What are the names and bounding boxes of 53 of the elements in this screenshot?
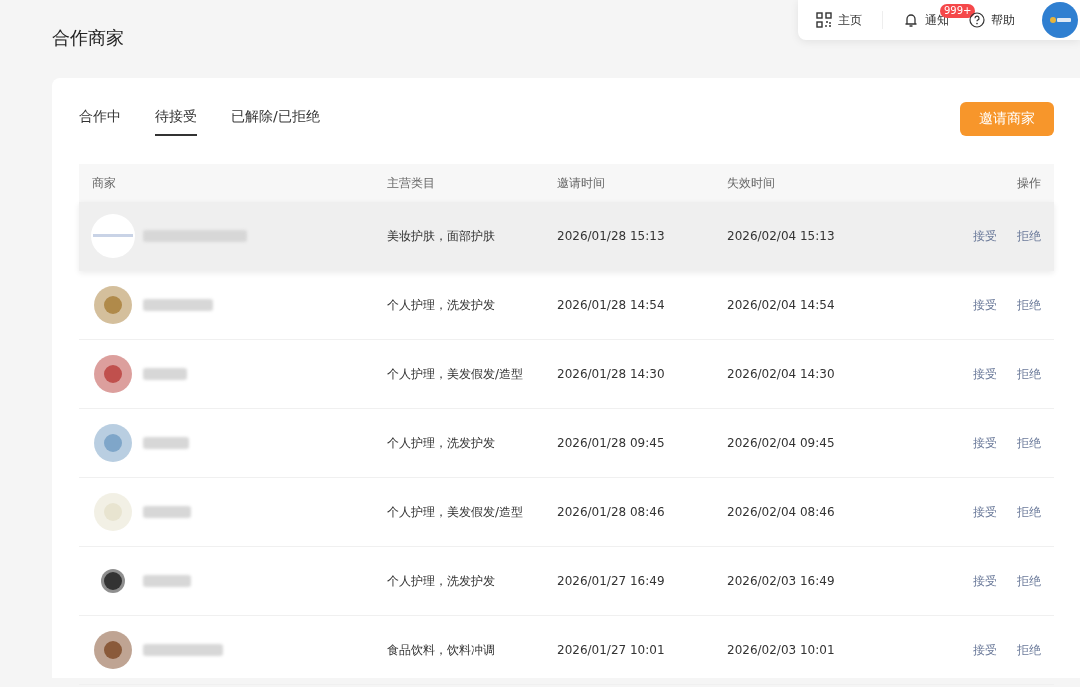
table-cell-text: 美妆护肤，面部护肤 — [386, 227, 496, 245]
table-cell-text: 2026/02/04 15:13 — [726, 229, 836, 243]
column-header: 邀请时间 — [556, 174, 606, 192]
action-link[interactable]: 接受 — [973, 227, 997, 245]
action-link[interactable]: 拒绝 — [1017, 296, 1041, 314]
table-cell-text: 食品饮料，饮料冲调 — [386, 641, 496, 659]
bell-icon — [903, 12, 919, 28]
action-link[interactable]: 接受 — [973, 503, 997, 521]
tab[interactable]: 合作中 — [79, 104, 121, 136]
table-cell-text: 2026/02/04 08:46 — [726, 505, 836, 519]
table-cell-text: 2026/01/28 14:54 — [556, 298, 666, 312]
action-link[interactable]: 拒绝 — [1017, 572, 1041, 590]
table-cell-text: 个人护理，洗发护发 — [386, 296, 496, 314]
table-cell-text: 个人护理，洗发护发 — [386, 434, 496, 452]
table-cell-text: 个人护理，美发假发/造型 — [386, 365, 525, 383]
tab[interactable]: 已解除/已拒绝 — [231, 104, 320, 136]
action-link[interactable]: 拒绝 — [1017, 227, 1041, 245]
action-link[interactable]: 接受 — [973, 572, 997, 590]
blurred-name — [143, 368, 187, 380]
action-link[interactable]: 拒绝 — [1017, 365, 1041, 383]
table-cell-text: 2026/01/27 10:01 — [556, 643, 666, 657]
blurred-name — [143, 575, 191, 587]
blurred-name — [143, 506, 191, 518]
table-cell-text: 2026/01/28 09:45 — [556, 436, 666, 450]
table-cell-text: 个人护理，洗发护发 — [386, 572, 496, 590]
column-header: 主营类目 — [386, 174, 436, 192]
action-link[interactable]: 接受 — [973, 641, 997, 659]
action-link[interactable]: 拒绝 — [1017, 434, 1041, 452]
column-header: 操作 — [1016, 174, 1042, 192]
help-icon — [969, 12, 985, 28]
action-link[interactable]: 接受 — [973, 434, 997, 452]
table-cell-text: 2026/01/27 16:49 — [556, 574, 666, 588]
table-cell-text: 2026/01/28 08:46 — [556, 505, 666, 519]
column-header: 失效时间 — [726, 174, 776, 192]
table-cell-text: 2026/02/04 14:54 — [726, 298, 836, 312]
page-title: 合作商家 — [52, 27, 124, 49]
table-cell-text: 2026/02/04 14:30 — [726, 367, 836, 381]
column-header: 商家 — [91, 174, 117, 192]
blurred-name — [143, 437, 189, 449]
table-cell-text: 2026/02/03 16:49 — [726, 574, 836, 588]
tab[interactable]: 待接受 — [155, 104, 197, 136]
action-link[interactable]: 拒绝 — [1017, 641, 1041, 659]
grid-icon — [816, 12, 832, 28]
home-link[interactable]: 主页 — [816, 11, 862, 29]
action-link[interactable]: 接受 — [973, 296, 997, 314]
table-cell-text: 2026/02/04 09:45 — [726, 436, 836, 450]
table-cell-text: 个人护理，美发假发/造型 — [386, 503, 525, 521]
action-link[interactable]: 接受 — [973, 365, 997, 383]
table-cell-text: 2026/02/03 10:01 — [726, 643, 836, 657]
table-cell-text: 2026/01/28 15:13 — [556, 229, 666, 243]
table-cell-text: 2026/01/28 14:30 — [556, 367, 666, 381]
blurred-name — [143, 299, 213, 311]
action-link[interactable]: 拒绝 — [1017, 503, 1041, 521]
